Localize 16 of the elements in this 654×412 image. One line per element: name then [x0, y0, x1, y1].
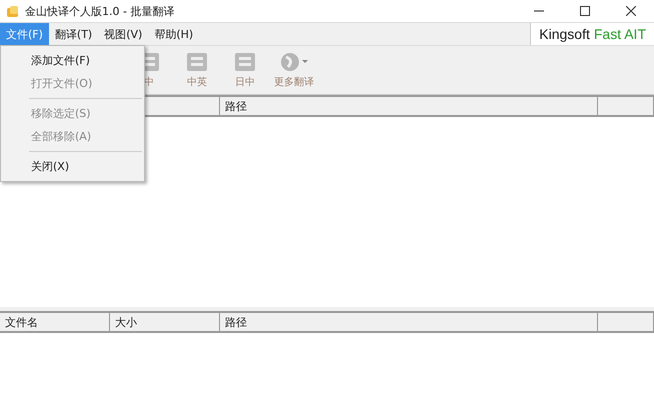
menu-item[interactable]: 翻译(T) — [48, 23, 98, 45]
brand-name: Kingsoft — [539, 26, 590, 42]
column-header[interactable]: 文件名 — [0, 313, 110, 331]
app-icon — [6, 4, 19, 18]
close-icon[interactable] — [626, 6, 636, 16]
menu-option[interactable]: 关闭(X) — [1, 155, 144, 178]
maximize-icon[interactable] — [580, 6, 590, 16]
document-icon — [233, 51, 257, 73]
menu-option[interactable]: 添加文件(F) — [1, 49, 144, 72]
product-name: Fast AIT — [594, 26, 646, 42]
column-header[interactable]: 路径 — [220, 313, 598, 331]
menu-item[interactable]: 帮助(H) — [148, 23, 200, 45]
column-header[interactable]: 大小 — [110, 313, 220, 331]
document-icon — [185, 51, 209, 73]
window-title: 金山快译个人版1.0 - 批量翻译 — [25, 4, 176, 18]
menu-item[interactable]: 视图(V) — [98, 23, 148, 45]
